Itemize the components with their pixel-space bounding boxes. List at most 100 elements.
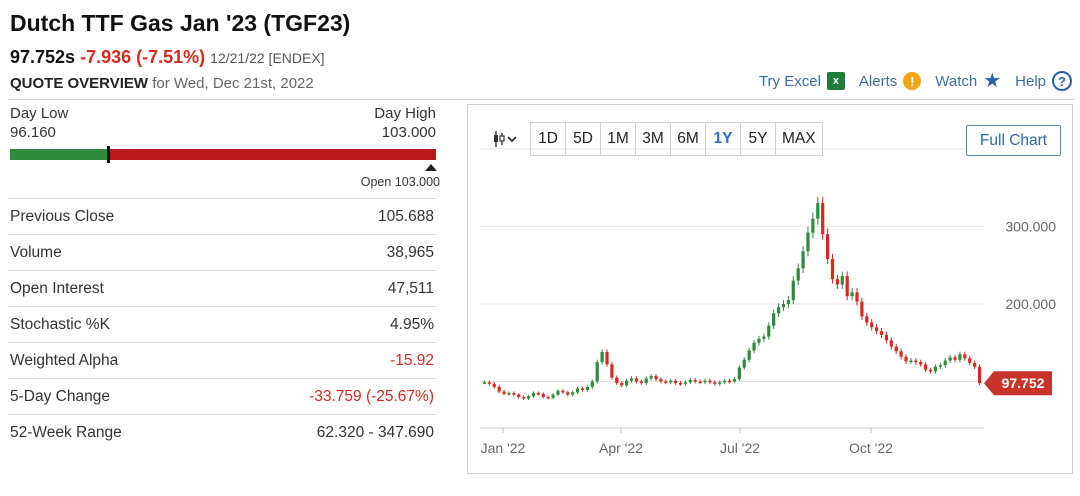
- candle-body: [835, 279, 839, 285]
- candle-body: [860, 301, 864, 317]
- page-title: Dutch TTF Gas Jan '23 (TGF23): [10, 10, 351, 36]
- candle-body: [801, 251, 805, 269]
- period-button-max[interactable]: MAX: [775, 122, 823, 156]
- candle-body: [899, 351, 903, 357]
- candle-body: [958, 354, 962, 360]
- top-links: Try Excel x Alerts ! Watch ★ Help ?: [759, 71, 1072, 91]
- price-line: 97.752s -7.936 (-7.51%) 12/21/22 [ENDEX]: [10, 47, 325, 68]
- candle-body: [556, 390, 560, 395]
- last-price: 97.752s: [10, 47, 76, 67]
- candle-body: [747, 350, 751, 360]
- candle-body: [776, 307, 781, 314]
- candle-body: [678, 383, 683, 385]
- stat-value: 62.320 - 347.690: [316, 423, 434, 441]
- try-excel-label: Try Excel: [758, 72, 821, 90]
- stat-label: Open Interest: [10, 279, 104, 297]
- candle-body: [948, 357, 952, 361]
- x-tick-label: Oct '22: [849, 440, 893, 456]
- stat-value: 105.688: [377, 207, 434, 225]
- period-button-1m[interactable]: 1M: [600, 122, 636, 156]
- candle-body: [953, 357, 957, 360]
- candle-body: [732, 379, 737, 382]
- stat-row: Volume 38,965: [8, 234, 436, 270]
- x-tick-label: Jul '22: [720, 440, 760, 456]
- day-range: Day Low Day High 96.160 103.000 Open 103…: [10, 105, 440, 189]
- candle-body: [522, 396, 526, 399]
- candle-body: [879, 331, 884, 335]
- period-button-5d[interactable]: 5D: [565, 122, 601, 156]
- stat-row: Previous Close 105.688: [8, 198, 436, 234]
- candle-body: [973, 362, 977, 367]
- chart-panel: 400.000300.000200.000Jan '22Apr '22Jul '…: [467, 104, 1073, 474]
- header-divider: [8, 99, 1074, 100]
- candle-body: [718, 382, 722, 384]
- candle-body: [669, 380, 673, 383]
- candle-body: [938, 365, 942, 367]
- candle-body: [757, 338, 761, 343]
- candle-body: [654, 376, 658, 380]
- candle-body: [512, 393, 516, 395]
- x-tick-label: Apr '22: [599, 440, 643, 456]
- price-change: -7.936 (-7.51%): [80, 47, 206, 67]
- candle-body: [968, 358, 972, 363]
- price-chart[interactable]: 400.000300.000200.000Jan '22Apr '22Jul '…: [468, 105, 1072, 473]
- candle-body: [796, 268, 800, 281]
- candle-body: [595, 362, 599, 382]
- candle-body: [644, 378, 648, 384]
- candle-body: [772, 313, 776, 326]
- candle-body: [517, 394, 521, 397]
- quote-overview: QUOTE OVERVIEW for Wed, Dec 21st, 2022: [10, 75, 314, 92]
- candle-body: [536, 393, 540, 395]
- alerts-link[interactable]: Alerts !: [859, 72, 922, 90]
- candle-body: [821, 203, 825, 235]
- last-price-label: 97.752: [1002, 375, 1045, 391]
- chart-toolbar: 1D 5D 1M 3M 6M 1Y 5Y MAX: [480, 122, 823, 156]
- candle-body: [742, 359, 746, 368]
- candle-body: [816, 203, 820, 219]
- candle-body: [786, 300, 790, 304]
- try-excel-link[interactable]: Try Excel x: [759, 72, 845, 90]
- candle-body: [531, 393, 536, 397]
- candle-body: [924, 364, 928, 370]
- stat-value: -33.759 (-25.67%): [309, 387, 434, 405]
- help-link[interactable]: Help ?: [1015, 71, 1072, 91]
- candle-body: [649, 376, 653, 379]
- stat-label: Volume: [10, 243, 62, 261]
- candle-body: [507, 393, 511, 395]
- candle-body: [605, 352, 609, 365]
- candle-body: [914, 360, 918, 363]
- day-range-fill: [10, 149, 108, 160]
- watch-link[interactable]: Watch ★: [935, 71, 1001, 91]
- candle-body: [781, 303, 786, 308]
- candle-body: [845, 276, 849, 297]
- open-marker-icon: [425, 164, 437, 171]
- day-range-marker: [107, 146, 110, 163]
- candle-body: [625, 380, 629, 386]
- period-button-3m[interactable]: 3M: [635, 122, 671, 156]
- candlestick-icon[interactable]: [480, 122, 530, 156]
- candle-body: [708, 380, 712, 383]
- day-low-value: 96.160: [10, 124, 56, 141]
- candle-body: [850, 292, 854, 297]
- candle-body: [693, 379, 697, 382]
- candle-body: [933, 366, 938, 372]
- period-button-6m[interactable]: 6M: [670, 122, 706, 156]
- candle-body: [811, 218, 815, 233]
- stat-row: 5-Day Change -33.759 (-25.67%): [8, 378, 436, 414]
- stats-table: Previous Close 105.688 Volume 38,965 Open In…: [8, 198, 436, 450]
- stat-value: 47,511: [387, 279, 434, 297]
- period-button-1d[interactable]: 1D: [530, 122, 566, 156]
- full-chart-button[interactable]: Full Chart: [966, 125, 1061, 156]
- period-button-5y[interactable]: 5Y: [740, 122, 776, 156]
- x-tick-label: Jan '22: [481, 440, 526, 456]
- period-button-1y[interactable]: 1Y: [705, 122, 741, 156]
- candle-body: [703, 380, 707, 383]
- day-high-value: 103.000: [381, 124, 436, 141]
- stat-value: 4.95%: [390, 315, 434, 333]
- stat-label: 52-Week Range: [10, 423, 122, 441]
- candle-body: [723, 380, 727, 383]
- stat-row: Stochastic %K 4.95%: [8, 306, 436, 342]
- watch-label: Watch: [935, 72, 978, 90]
- stat-row: Open Interest 47,511: [8, 270, 436, 306]
- stat-label: Stochastic %K: [10, 315, 110, 333]
